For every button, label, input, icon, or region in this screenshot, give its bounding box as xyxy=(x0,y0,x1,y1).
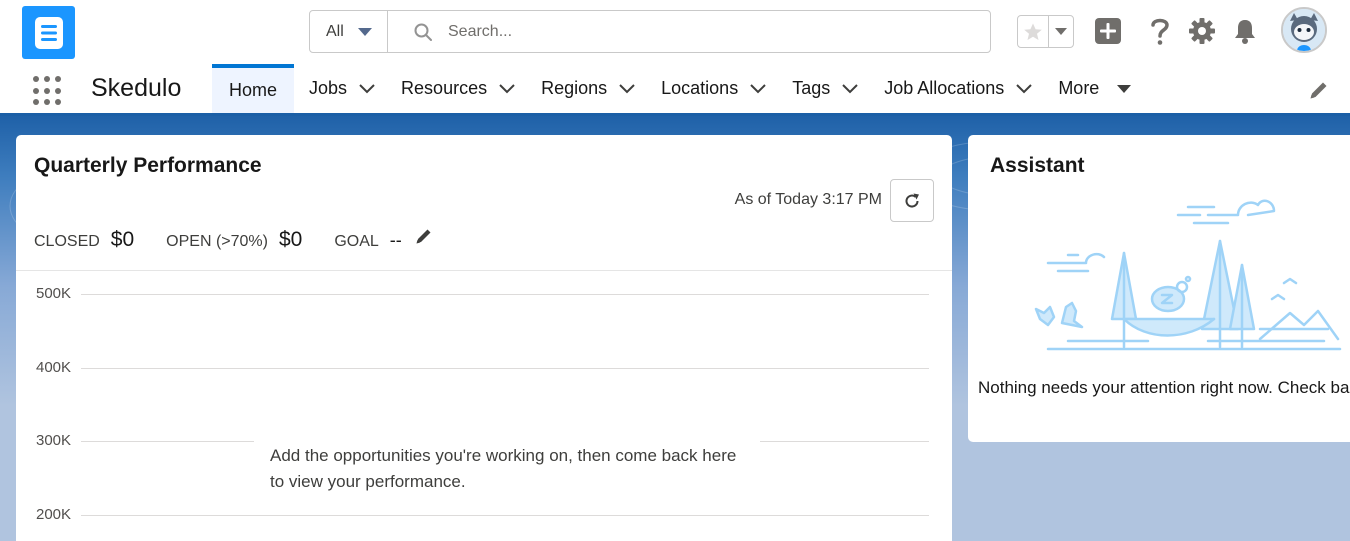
y-tick-label: 200K xyxy=(36,506,72,523)
assistant-card: Assistant Nothing needs your attention r… xyxy=(968,135,1350,442)
assistant-empty-message: Nothing needs your attention right now. … xyxy=(978,378,1350,397)
favorite-star-button[interactable] xyxy=(1018,16,1049,47)
nav-tab-resources[interactable]: Resources xyxy=(381,64,521,113)
chevron-down-icon[interactable] xyxy=(750,83,766,94)
waffle-dot xyxy=(55,87,61,94)
edit-nav-button[interactable] xyxy=(1308,79,1330,101)
pencil-icon xyxy=(1310,82,1327,99)
gridline xyxy=(81,515,929,516)
nav-tab-locations[interactable]: Locations xyxy=(641,64,772,113)
setup-button[interactable] xyxy=(1187,16,1217,46)
search-icon xyxy=(414,23,432,41)
nav-tab-home[interactable]: Home xyxy=(212,64,295,113)
help-icon xyxy=(1151,18,1169,45)
closed-label: CLOSED xyxy=(34,233,100,250)
chevron-down-icon[interactable] xyxy=(842,83,858,94)
global-actions-button[interactable] xyxy=(1093,16,1123,46)
search-scope-label: All xyxy=(326,22,344,40)
nav-tab-label: Jobs xyxy=(309,78,348,98)
nav-tab-label: More xyxy=(1058,78,1100,98)
app-logo-icon xyxy=(34,16,63,49)
global-search: All xyxy=(309,10,991,53)
nav-tab-label: Locations xyxy=(661,78,739,98)
bell-icon xyxy=(1235,20,1255,44)
waffle-dot xyxy=(44,76,50,82)
caret-down-icon xyxy=(1055,28,1067,35)
open-label: OPEN (>70%) xyxy=(166,233,268,250)
goal-value: -- xyxy=(389,230,402,250)
waffle-dot xyxy=(33,76,39,82)
gear-icon xyxy=(1189,18,1215,44)
app-name: Skedulo xyxy=(91,74,182,102)
chevron-down-icon[interactable] xyxy=(619,83,635,94)
y-tick-label: 500K xyxy=(36,285,72,302)
nav-tab-label: Job Allocations xyxy=(884,78,1005,98)
caret-down-icon xyxy=(1117,84,1132,93)
sleeping-hammock-illustration xyxy=(1034,199,1342,351)
chevron-down-icon[interactable] xyxy=(499,83,515,94)
nav-tab-label: Home xyxy=(229,80,278,100)
search-input[interactable] xyxy=(448,22,928,41)
chevron-down-icon[interactable] xyxy=(359,83,375,94)
app-launcher-button[interactable] xyxy=(33,76,63,106)
refresh-button[interactable] xyxy=(890,179,934,222)
card-divider xyxy=(16,270,952,271)
search-scope-dropdown[interactable]: All xyxy=(310,11,388,52)
waffle-dot xyxy=(55,99,61,106)
navigation-bar: Skedulo Home Jobs Resources Regions Loca… xyxy=(0,64,1350,116)
nav-tab-tags[interactable]: Tags xyxy=(772,64,864,113)
help-button[interactable] xyxy=(1145,16,1175,46)
waffle-dot xyxy=(55,76,61,82)
quarterly-performance-card: Quarterly Performance As of Today 3:17 P… xyxy=(16,135,952,541)
closed-value: $0 xyxy=(110,228,135,251)
waffle-dot xyxy=(33,87,39,94)
astro-avatar-icon xyxy=(1283,9,1325,51)
y-tick-label: 400K xyxy=(36,359,72,376)
refresh-icon xyxy=(905,193,919,208)
waffle-dot xyxy=(44,99,50,106)
nav-tab-regions[interactable]: Regions xyxy=(521,64,641,113)
performance-stats: CLOSED $0 OPEN (>70%) $0 GOAL -- xyxy=(34,226,434,252)
waffle-dot xyxy=(33,99,39,106)
favorites-list-button[interactable] xyxy=(1049,16,1073,47)
waffle-dot xyxy=(44,87,50,94)
card-title: Assistant xyxy=(990,154,1085,177)
nav-tab-jobs[interactable]: Jobs xyxy=(294,64,381,113)
global-header: All xyxy=(0,0,1350,64)
open-value: $0 xyxy=(278,228,303,251)
empty-state-message: Add the opportunities you're working on,… xyxy=(254,435,760,503)
notifications-button[interactable] xyxy=(1230,16,1260,46)
y-tick-label: 300K xyxy=(36,432,72,449)
app-logo[interactable] xyxy=(22,6,75,59)
nav-tab-label: Tags xyxy=(792,78,831,98)
gridline xyxy=(81,294,929,295)
edit-goal-pencil-icon[interactable] xyxy=(414,226,434,246)
gridline xyxy=(81,368,929,369)
nav-tab-label: Resources xyxy=(401,78,488,98)
as-of-timestamp: As of Today 3:17 PM xyxy=(734,191,882,208)
user-avatar[interactable] xyxy=(1281,7,1327,53)
caret-down-icon xyxy=(357,27,372,36)
card-title: Quarterly Performance xyxy=(34,154,262,177)
star-icon xyxy=(1024,23,1042,40)
nav-tabs: Home Jobs Resources Regions Locations Ta… xyxy=(212,64,1132,113)
chevron-down-icon[interactable] xyxy=(1016,83,1033,94)
search-field xyxy=(388,11,990,52)
nav-tab-label: Regions xyxy=(541,78,608,98)
nav-tab-job-allocations[interactable]: Job Allocations xyxy=(864,64,1038,113)
add-icon xyxy=(1095,18,1121,44)
goal-label: GOAL xyxy=(334,233,379,250)
nav-more-menu[interactable]: More xyxy=(1038,64,1132,113)
favorites-group xyxy=(1017,15,1074,48)
